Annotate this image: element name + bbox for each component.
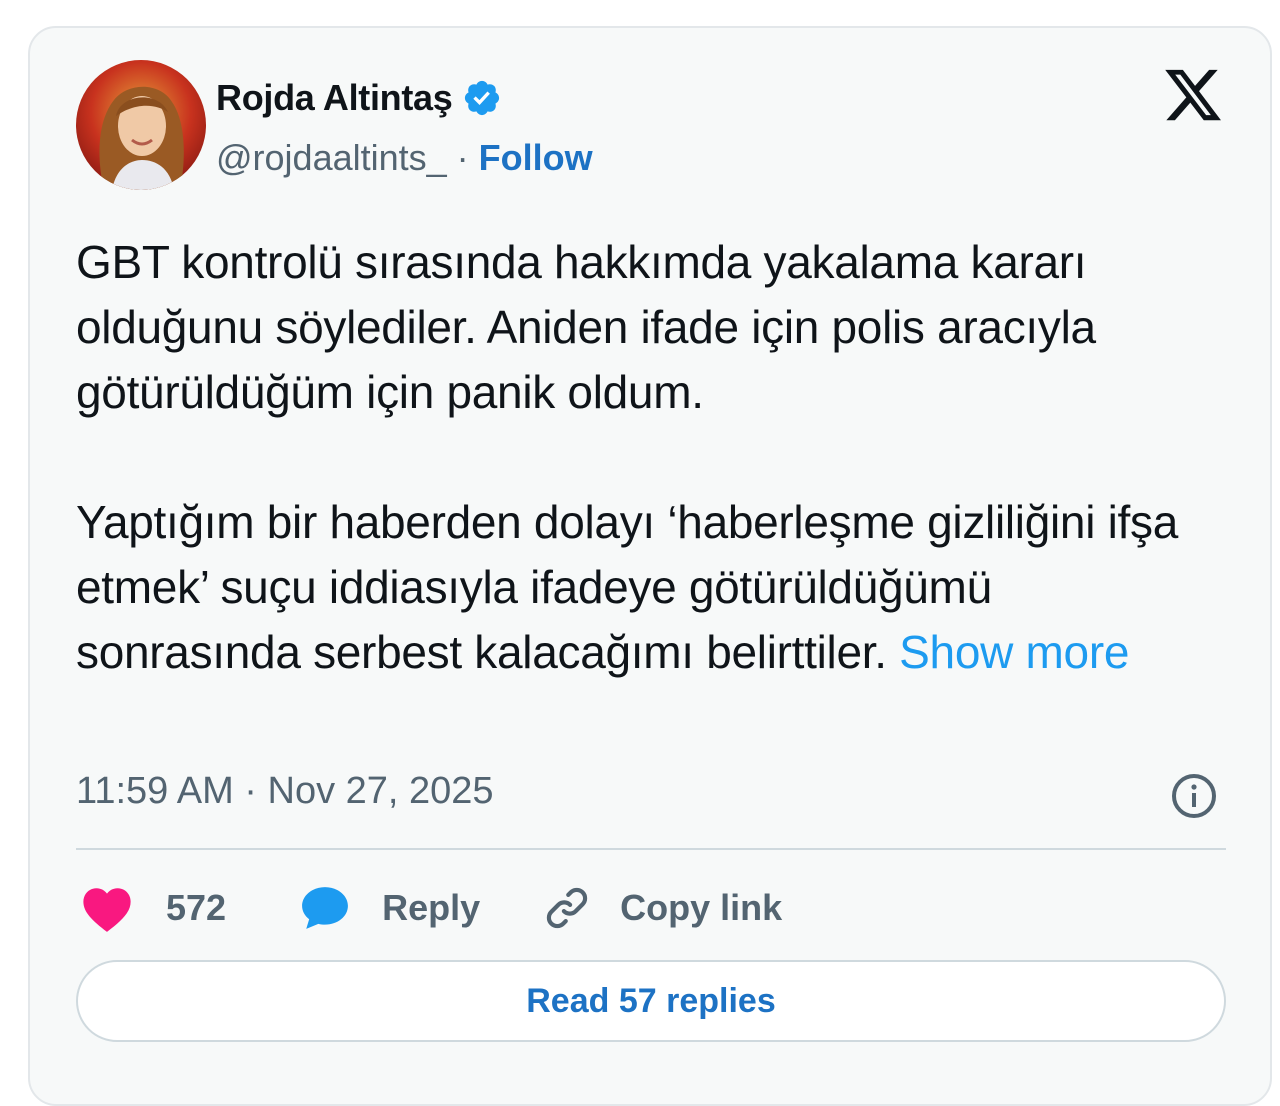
author-name-row: Rojda Altintaş [216,74,502,122]
heart-icon [83,888,131,932]
author-display-name[interactable]: Rojda Altintaş [216,77,453,119]
like-button[interactable]: 572 [80,883,226,933]
copy-link-label: Copy link [620,887,783,928]
reply-bubble-icon [302,887,348,929]
copy-link-button[interactable]: Copy link [542,883,782,933]
link-icon [546,887,588,929]
avatar-image [76,60,206,190]
divider [76,848,1226,850]
author-handle[interactable]: @rojdaaltints_ [216,137,447,179]
author-handle-row: @rojdaaltints_ · Follow [216,134,593,182]
x-logo-icon[interactable] [1162,64,1224,126]
show-more-link[interactable]: Show more [899,626,1129,678]
info-icon[interactable] [1170,772,1218,820]
tweet-actions: 572 Reply Copy link [76,878,782,938]
read-replies-button[interactable]: Read 57 replies [76,960,1226,1042]
tweet-text: GBT kontrolü sırasında hakkımda yakalama… [76,230,1226,685]
separator-dot: · [456,137,469,178]
tweet-paragraph-2: Yaptığım bir haberden dolayı ‘haberleşme… [76,490,1226,685]
verified-badge-icon [465,80,500,116]
avatar[interactable] [76,60,206,190]
follow-button[interactable]: Follow [479,137,593,179]
tweet-timestamp[interactable]: 11:59 AM · Nov 27, 2025 [76,770,494,813]
tweet-embed-card: Rojda Altintaş @rojdaaltints_ · Follow G… [28,26,1272,1106]
reply-label: Reply [382,887,481,928]
reply-button[interactable]: Reply [300,884,480,932]
like-count: 572 [166,887,227,928]
tweet-paragraph-1: GBT kontrolü sırasında hakkımda yakalama… [76,236,1096,418]
